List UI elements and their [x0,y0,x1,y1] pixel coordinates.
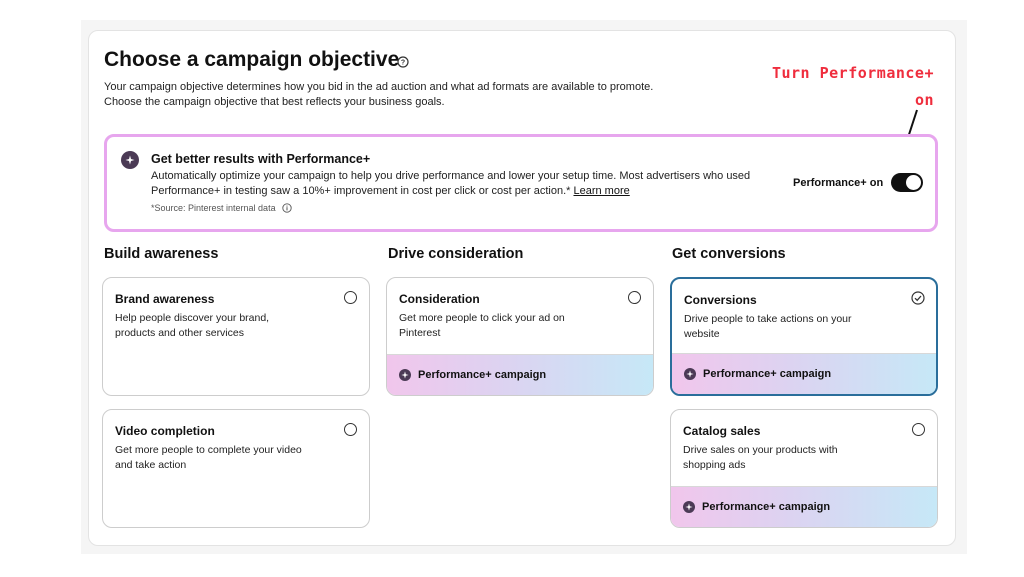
annotation-line-1: Turn Performance+ [771,64,934,82]
card-title: Conversions [684,293,757,307]
page-title: Choose a campaign objective [104,48,400,71]
objective-card-conversions[interactable]: Conversions Drive people to take actions… [670,277,938,396]
learn-more-link[interactable]: Learn more [573,185,629,197]
footer-label: Performance+ campaign [418,369,547,381]
sparkle-icon [684,368,696,380]
checkmark-icon[interactable] [911,291,925,305]
footer-label: Performance+ campaign [703,368,832,380]
card-title: Consideration [399,292,480,306]
sparkle-icon [399,369,411,381]
column-heading-drive-consideration: Drive consideration [388,246,524,262]
radio-button[interactable] [628,291,641,304]
subtitle-line-2: Choose the campaign objective that best … [104,96,445,108]
promo-description: Automatically optimize your campaign to … [151,169,776,199]
objective-card-brand-awareness[interactable]: Brand awareness Help people discover you… [102,277,370,396]
radio-button[interactable] [912,423,925,436]
performance-plus-footer: Performance+ campaign [387,354,653,395]
objective-card-video-completion[interactable]: Video completion Get more people to comp… [102,409,370,528]
sparkle-icon [121,151,139,169]
card-description: Help people discover your brand, product… [115,312,270,339]
card-title: Catalog sales [683,424,761,438]
footer-label: Performance+ campaign [702,501,831,513]
card-description: Drive people to take actions on your web… [684,313,852,340]
radio-button[interactable] [344,423,357,436]
svg-text:?: ? [401,60,405,67]
card-description: Get more people to click your ad on Pint… [399,312,565,339]
objective-card-catalog-sales[interactable]: Catalog sales Drive sales on your produc… [670,409,938,528]
toggle-label: Performance+ on [793,177,884,189]
page-subtitle: Your campaign objective determines how y… [104,80,704,110]
source-text: *Source: Pinterest internal data [151,203,276,213]
performance-plus-footer: Performance+ campaign [671,486,937,527]
info-icon[interactable] [281,203,292,213]
column-heading-build-awareness: Build awareness [104,246,219,262]
help-icon[interactable]: ? [397,56,409,68]
column-heading-get-conversions: Get conversions [672,246,786,262]
toggle-knob [906,175,921,190]
promo-source: *Source: Pinterest internal data [151,203,292,213]
promo-description-text: Automatically optimize your campaign to … [151,170,751,197]
card-title: Video completion [115,424,215,438]
promo-title: Get better results with Performance+ [151,152,371,166]
objective-card-consideration[interactable]: Consideration Get more people to click y… [386,277,654,396]
performance-plus-toggle[interactable] [891,173,923,192]
card-description: Get more people to complete your video a… [115,444,302,471]
card-title: Brand awareness [115,292,215,306]
performance-plus-banner: Get better results with Performance+ Aut… [104,134,938,232]
card-description: Drive sales on your products with shoppi… [683,444,838,471]
subtitle-line-1: Your campaign objective determines how y… [104,81,654,93]
radio-button[interactable] [344,291,357,304]
sparkle-icon [683,501,695,513]
performance-plus-footer: Performance+ campaign [672,353,936,394]
